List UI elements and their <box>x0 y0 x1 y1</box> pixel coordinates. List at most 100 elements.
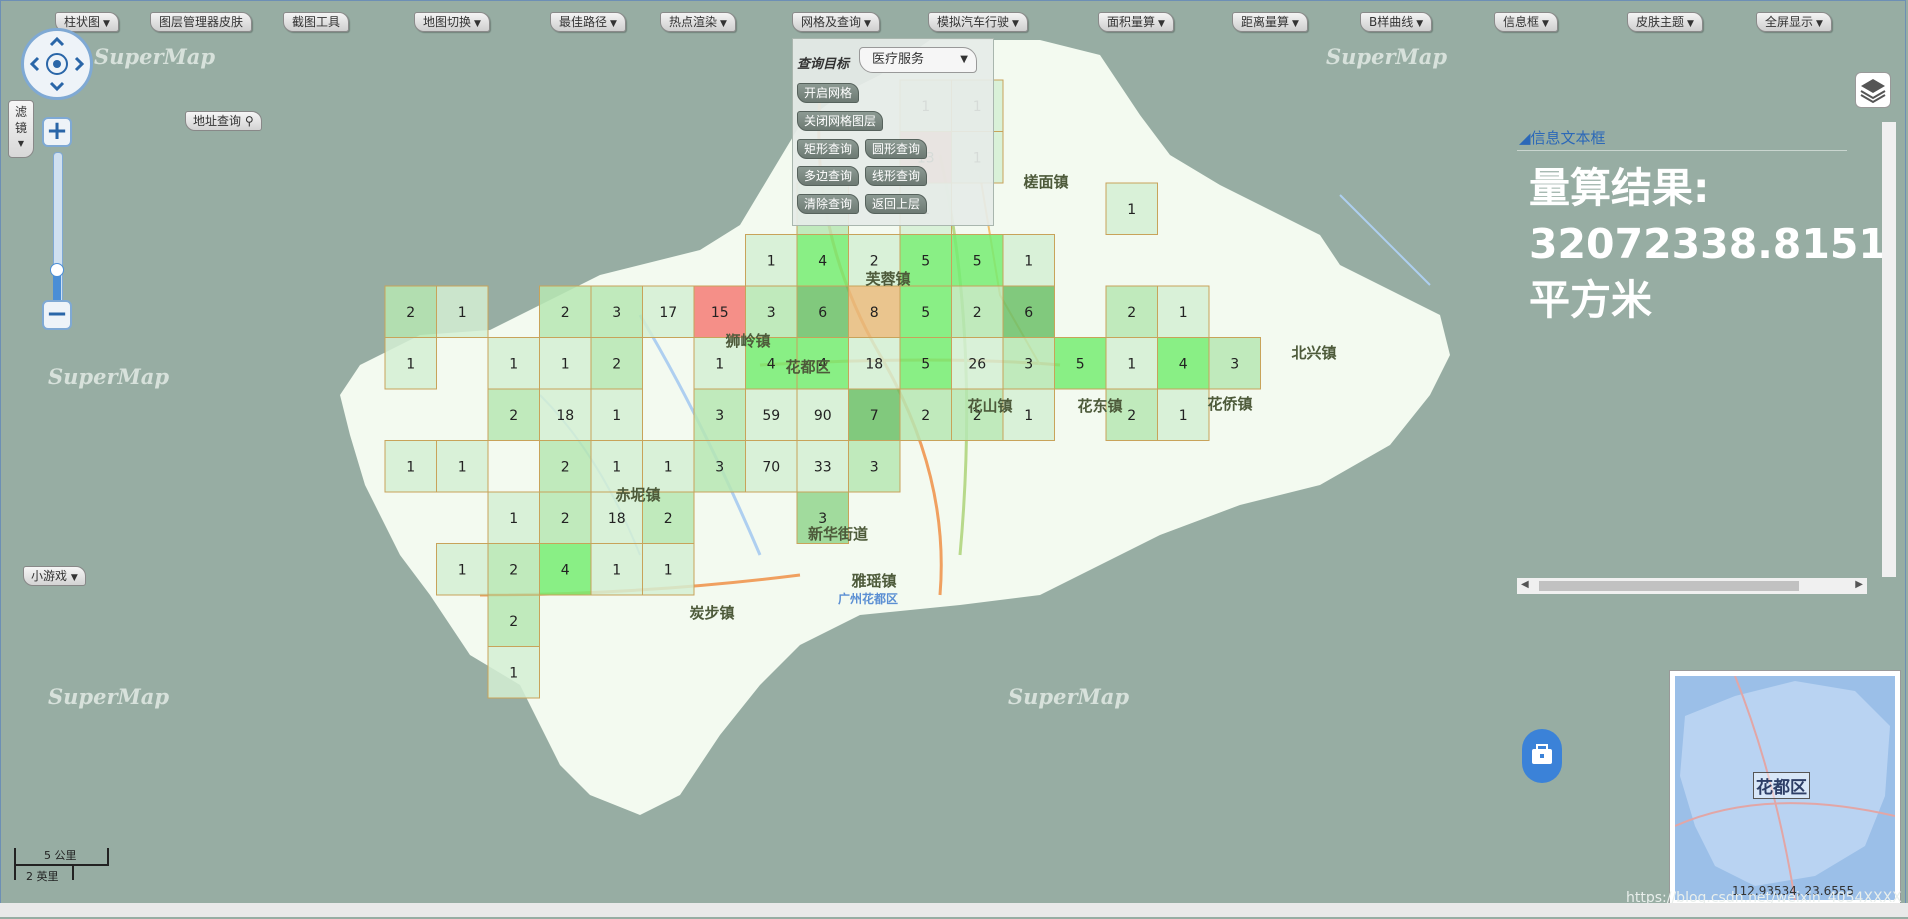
scroll-right-arrow-icon[interactable]: ▶ <box>1855 579 1863 590</box>
overview-map[interactable]: 花都区 <box>1669 670 1901 904</box>
grid-count-label: 5 <box>921 305 930 321</box>
mini-game-label: 小游戏 <box>31 569 68 583</box>
grid-count-label: 1 <box>509 511 518 527</box>
grid-count-label: 70 <box>762 459 780 475</box>
clear-query-button[interactable]: 清除查询 <box>797 194 860 214</box>
grid-count-label: 3 <box>715 459 724 475</box>
grid-count-label: 3 <box>767 305 776 321</box>
grid-count-label: 1 <box>1024 408 1033 424</box>
grid-count-label: 5 <box>973 253 982 269</box>
page-horizontal-scrollbar[interactable] <box>0 903 1908 917</box>
toolbar-item-4[interactable]: 最佳路径 ▼ <box>550 12 626 32</box>
toolbar-item-6[interactable]: 网格及查询 ▼ <box>792 12 880 32</box>
grid-count-label: 33 <box>814 459 832 475</box>
filter-button[interactable]: 滤镜 ▼ <box>8 100 34 158</box>
result-value: 32072338.815196 <box>1529 220 1889 268</box>
grid-count-label: 2 <box>561 511 570 527</box>
toolbar-item-8[interactable]: 面积量算 ▼ <box>1098 12 1174 32</box>
mini-game-button[interactable]: 小游戏 ▼ <box>23 566 86 586</box>
rect-query-button[interactable]: 矩形查询 <box>797 139 860 159</box>
toolbar-item-3[interactable]: 地图切换 ▼ <box>414 12 490 32</box>
toolbar-item-label: 截图工具 <box>292 15 341 29</box>
line-query-button[interactable]: 线形查询 <box>865 166 928 186</box>
toolbar-item-12[interactable]: 皮肤主题 ▼ <box>1627 12 1703 32</box>
zoom-slider-handle[interactable] <box>50 263 64 277</box>
toolbar-item-11[interactable]: 信息框 ▼ <box>1494 12 1558 32</box>
toolbar-item-7[interactable]: 模拟汽车行驶 ▼ <box>928 12 1028 32</box>
grid-query-panel: 查询目标 医疗服务 ▼ 开启网格 关闭网格图层 矩形查询 圆形查询 多边查询 线… <box>792 38 994 226</box>
toolbar-item-label: 距离量算 <box>1241 15 1290 29</box>
zoom-out-button[interactable]: − <box>42 300 72 330</box>
toolbar-item-5[interactable]: 热点渲染 ▼ <box>660 12 736 32</box>
grid-count-label: 2 <box>1127 305 1136 321</box>
close-grid-layer-button[interactable]: 关闭网格图层 <box>797 111 884 131</box>
layers-button[interactable] <box>1855 72 1891 108</box>
address-query-button[interactable]: 地址查询 ⚲ <box>185 111 262 131</box>
query-target-select[interactable]: 医疗服务 ▼ <box>859 47 977 73</box>
scale-mi: 2 英里 <box>26 870 59 883</box>
query-target-value: 医疗服务 <box>872 52 925 67</box>
toolbar-item-label: 皮肤主题 <box>1636 15 1685 29</box>
toolbox-button[interactable] <box>1522 729 1562 783</box>
grid-count-label: 1 <box>612 562 621 578</box>
layers-icon <box>1860 79 1886 104</box>
grid-count-label: 1 <box>458 459 467 475</box>
grid-count-label: 18 <box>556 408 574 424</box>
top-toolbar: 柱状图 ▼ 图层管理器皮肤 截图工具 地图切换 ▼ 最佳路径 ▼ 热点渲染 ▼ 网格及查询 ▼ 模拟汽车… <box>0 8 1908 36</box>
info-panel-title[interactable]: ◢信息文本框 <box>1519 127 1606 148</box>
chevron-down-icon: ▼ <box>17 139 25 148</box>
toolbar-item-label: 地图切换 <box>423 15 472 29</box>
place-label: 雅瑶镇 <box>850 572 896 590</box>
toolbar-item-10[interactable]: B样曲线 ▼ <box>1360 12 1433 32</box>
grid-count-label: 4 <box>767 356 776 372</box>
info-vertical-scrollbar[interactable] <box>1882 122 1896 577</box>
grid-count-label: 4 <box>1179 356 1188 372</box>
scale-bar: 5 公里 2 英里 <box>14 844 110 883</box>
grid-count-label: 5 <box>1076 356 1085 372</box>
overview-label: 花都区 <box>1753 772 1810 799</box>
open-grid-button[interactable]: 开启网格 <box>797 83 860 103</box>
grid-count-label: 3 <box>612 305 621 321</box>
polygon-query-button[interactable]: 多边查询 <box>797 166 860 186</box>
place-label: 芙蓉镇 <box>864 270 910 288</box>
grid-count-label: 1 <box>1179 305 1188 321</box>
zoom-in-icon: + <box>46 116 68 146</box>
place-label: 槎面镇 <box>1023 173 1068 191</box>
dropdown-caret-icon: ▼ <box>720 19 727 29</box>
dropdown-caret-icon: ▼ <box>103 19 110 29</box>
toolbar-item-9[interactable]: 距离量算 ▼ <box>1232 12 1308 32</box>
grid-count-label: 5 <box>921 356 930 372</box>
search-icon: ⚲ <box>244 114 254 128</box>
toolbar-item-2[interactable]: 截图工具 <box>283 12 350 32</box>
place-label: 花东镇 <box>1077 397 1122 415</box>
scroll-left-arrow-icon[interactable]: ◀ <box>1521 579 1529 590</box>
grid-count-label: 1 <box>664 459 673 475</box>
toolbar-item-13[interactable]: 全屏显示 ▼ <box>1756 12 1832 32</box>
send-icon: ◢ <box>1519 129 1531 147</box>
grid-count-label: 3 <box>715 408 724 424</box>
supermap-watermark: SuperMap <box>94 44 216 69</box>
info-horizontal-scrollbar[interactable]: ◀ ▶ <box>1517 578 1867 594</box>
grid-count-label: 1 <box>458 305 467 321</box>
zoom-in-button[interactable]: + <box>42 117 72 147</box>
dropdown-caret-icon: ▼ <box>1687 19 1694 29</box>
result-label: 量算结果: <box>1529 164 1710 212</box>
grid-count-label: 1 <box>1024 253 1033 269</box>
dropdown-caret-icon: ▼ <box>1542 19 1549 29</box>
circle-query-button[interactable]: 圆形查询 <box>865 139 928 159</box>
pan-control[interactable] <box>21 28 93 100</box>
info-divider <box>1517 150 1847 151</box>
toolbar-item-1[interactable]: 图层管理器皮肤 <box>150 12 253 32</box>
grid-count-label: 2 <box>664 511 673 527</box>
scroll-thumb[interactable] <box>1539 581 1799 591</box>
address-query-label: 地址查询 <box>193 114 242 128</box>
grid-count-label: 1 <box>715 356 724 372</box>
grid-count-label: 2 <box>509 614 518 630</box>
place-label: 炭步镇 <box>689 604 734 622</box>
back-button[interactable]: 返回上层 <box>865 194 928 214</box>
scale-km: 5 公里 <box>44 849 77 862</box>
grid-count-label: 1 <box>612 408 621 424</box>
toolbar-item-label: 网格及查询 <box>801 15 862 29</box>
toolbar-item-label: 最佳路径 <box>559 15 608 29</box>
grid-count-label: 2 <box>406 305 415 321</box>
